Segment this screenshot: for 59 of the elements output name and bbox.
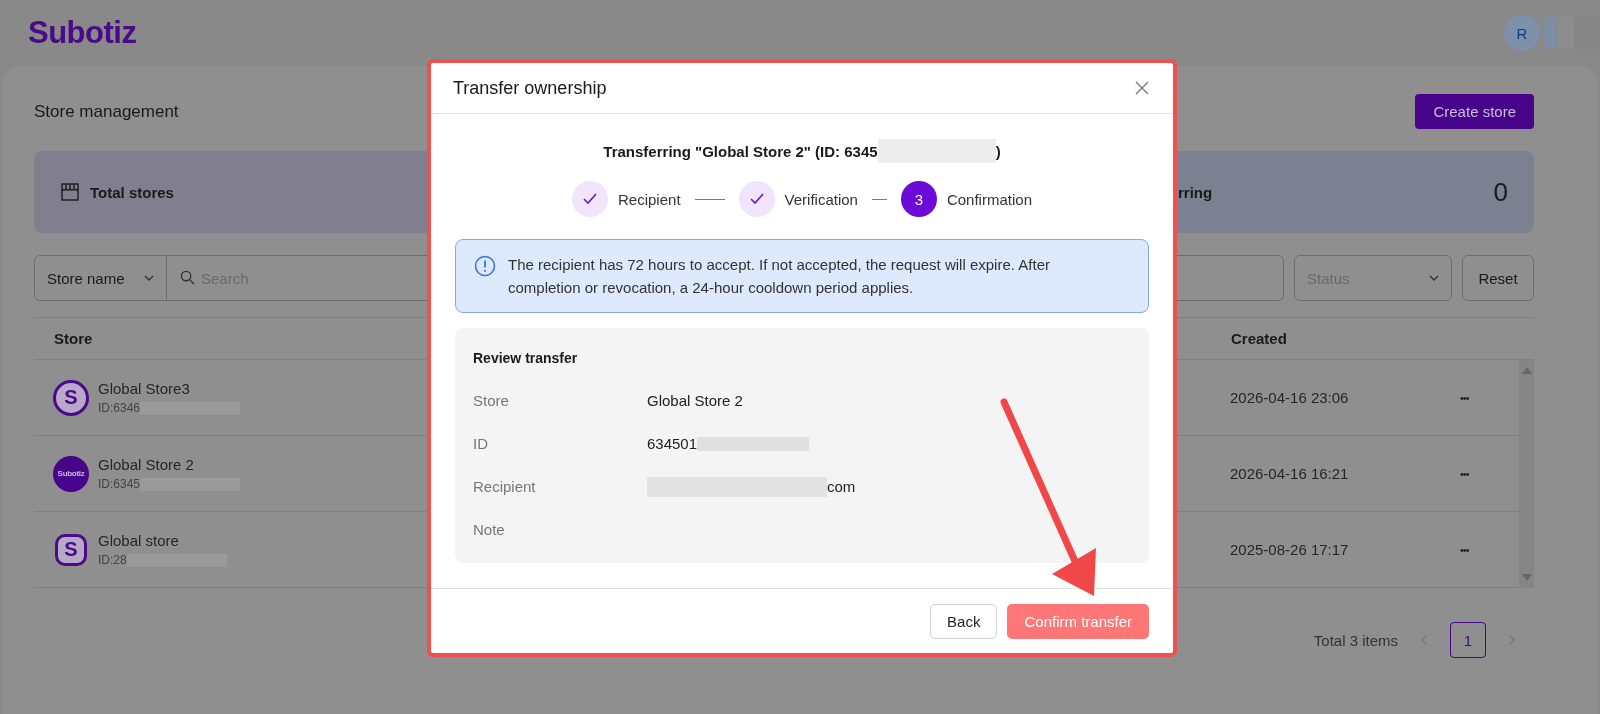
store-icon xyxy=(60,183,80,201)
closing-parenthesis: ) xyxy=(995,142,1001,160)
more-actions-button[interactable]: ••• xyxy=(1456,541,1473,558)
review-title: Review transfer xyxy=(473,350,579,366)
scroll-up-icon[interactable] xyxy=(1521,366,1532,374)
created-cell-text: 2025-08-26 17:17 xyxy=(1230,541,1350,558)
chevron-down-icon xyxy=(144,275,154,281)
store-name: Global Store 2 xyxy=(98,456,195,473)
transfer-summary: Transferring "Global Store 2" (ID: 6345 xyxy=(603,142,878,160)
field-label: ID xyxy=(473,435,489,452)
total-count: Total 3 items xyxy=(1313,631,1398,649)
scroll-down-icon[interactable] xyxy=(1521,574,1532,582)
stat-label: rring xyxy=(1178,183,1213,201)
store-id: ID:28 xyxy=(98,553,127,567)
chevron-down-icon xyxy=(1429,275,1439,281)
info-icon xyxy=(474,255,496,277)
dialog-title: Transfer ownership xyxy=(453,77,607,99)
field-label: Note xyxy=(473,521,506,538)
redacted-username xyxy=(1544,17,1600,49)
page-button[interactable]: 1 xyxy=(1450,622,1486,658)
page-title: Store management xyxy=(34,101,179,122)
field-value: 634501 xyxy=(647,435,698,452)
logo: Subotiz xyxy=(28,15,137,51)
store-logo: S xyxy=(53,379,89,416)
stat-label: Total stores xyxy=(90,183,174,201)
store-logo: S xyxy=(55,533,87,566)
store-id: ID:6346 xyxy=(98,401,141,415)
back-button[interactable]: Back xyxy=(930,603,998,639)
field-label: Recipient xyxy=(473,478,537,495)
created-cell-text: 2026-04-16 23:06 xyxy=(1230,389,1350,406)
field-value: Global Store 2 xyxy=(647,392,743,409)
step-number: 3 xyxy=(900,181,937,217)
store-name: Global store xyxy=(98,532,180,549)
create-store-button[interactable]: Create store xyxy=(1415,94,1534,129)
search-icon xyxy=(180,270,195,285)
more-actions-button[interactable]: ••• xyxy=(1456,465,1473,482)
user-avatar[interactable]: R xyxy=(1504,15,1540,51)
step-label: Confirmation xyxy=(946,190,1032,208)
column-header: Created xyxy=(1231,330,1287,347)
step-label: Recipient xyxy=(618,190,681,208)
reset-button[interactable]: Reset xyxy=(1462,255,1534,301)
close-icon[interactable] xyxy=(1135,81,1149,95)
field-value: com xyxy=(827,478,856,495)
more-actions-button[interactable]: ••• xyxy=(1456,389,1473,406)
store-logo: Subotiz xyxy=(53,455,89,492)
scrollbar[interactable] xyxy=(1519,360,1534,588)
store-name: Global Store3 xyxy=(98,380,191,397)
confirm-transfer-button[interactable]: Confirm transfer xyxy=(1007,603,1149,639)
field-select[interactable]: Store name xyxy=(34,255,167,301)
previous-page-icon[interactable] xyxy=(1420,634,1428,646)
next-page-icon[interactable] xyxy=(1508,634,1516,646)
created-cell-text: 2026-04-16 16:21 xyxy=(1230,465,1350,482)
step-label: Verification xyxy=(784,190,858,208)
column-header: Store xyxy=(54,330,94,347)
store-id: ID:6345 xyxy=(98,477,141,491)
stat-value: 0 xyxy=(1493,176,1508,208)
field-label: Store xyxy=(473,392,510,409)
step-check-icon xyxy=(572,181,608,217)
step-check-icon xyxy=(738,181,775,217)
